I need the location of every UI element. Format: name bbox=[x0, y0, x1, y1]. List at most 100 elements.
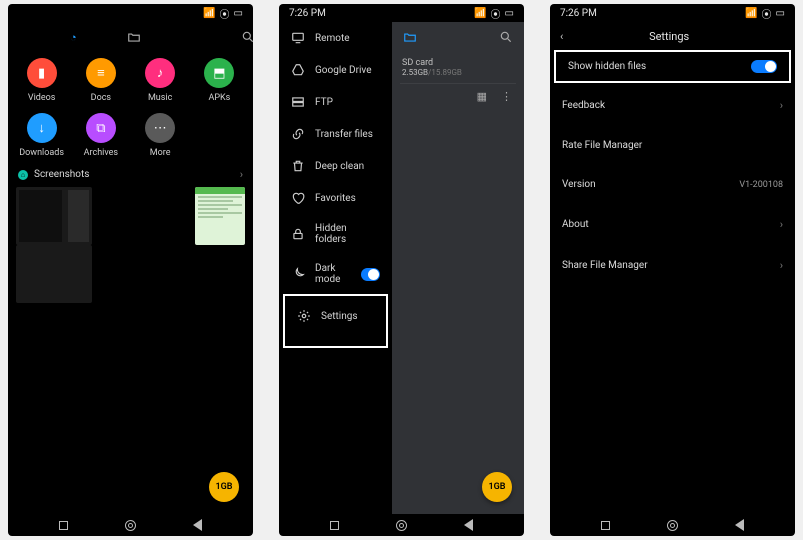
status-time: 7:26 PM bbox=[289, 8, 326, 19]
sd-card-summary[interactable]: SD card 2.53GB/15.89GB bbox=[392, 52, 524, 83]
dark-mode-toggle[interactable] bbox=[361, 268, 380, 281]
signal-icon: 📶 bbox=[745, 8, 757, 19]
nav-home-button[interactable] bbox=[124, 518, 138, 532]
drawer-item-label: FTP bbox=[315, 97, 333, 108]
thumbnail-1[interactable] bbox=[16, 187, 92, 303]
settings-title: Settings bbox=[573, 30, 765, 43]
music-icon: ♪ bbox=[145, 58, 175, 88]
category-more[interactable]: ⋯More bbox=[133, 113, 188, 158]
highlighted-settings-row: Settings bbox=[283, 294, 388, 348]
nav-back-button[interactable] bbox=[191, 518, 205, 532]
recents-tab-icon[interactable]: ◔ bbox=[70, 29, 77, 45]
drawer-item-ftp[interactable]: FTP bbox=[279, 86, 392, 118]
chevron-right-icon: › bbox=[780, 99, 783, 112]
nav-home-button[interactable] bbox=[666, 518, 680, 532]
settings-row-rate-file-manager[interactable]: Rate File Manager bbox=[550, 132, 795, 159]
category-music[interactable]: ♪ Music bbox=[133, 58, 188, 103]
battery-icon: ▭ bbox=[776, 8, 785, 19]
settings-row-label: Feedback bbox=[562, 100, 605, 111]
category-label: Videos bbox=[28, 93, 56, 103]
screen-2-drawer-open: 7:26 PM 📶 ⦿ ▭ RemoteGoogle Drive FTP Trans… bbox=[279, 4, 524, 536]
screenshots-label: Screenshots bbox=[34, 169, 89, 180]
archives-icon: ⧉ bbox=[86, 113, 116, 143]
status-bar: 7:26 PM 📶 ⦿ ▭ bbox=[279, 4, 524, 22]
category-label: APKs bbox=[208, 93, 230, 103]
status-time: 7:26 PM bbox=[560, 8, 597, 19]
search-icon[interactable] bbox=[498, 29, 514, 45]
nav-recents-button[interactable] bbox=[57, 518, 71, 532]
nav-recents-button[interactable] bbox=[328, 518, 342, 532]
apks-icon: ⬒ bbox=[204, 58, 234, 88]
chevron-right-icon: › bbox=[780, 218, 783, 231]
drive-icon bbox=[291, 63, 305, 77]
downloads-icon: ↓ bbox=[27, 113, 57, 143]
category-downloads[interactable]: ↓Downloads bbox=[14, 113, 69, 158]
settings-row-value: V1-200108 bbox=[739, 180, 783, 190]
top-tab-bar: ◔ bbox=[8, 22, 253, 52]
drawer-item-label: Favorites bbox=[315, 193, 356, 204]
dimmed-background[interactable]: SD card 2.53GB/15.89GB ▦ ⋮ 1GB bbox=[392, 22, 524, 514]
signal-icon: 📶 bbox=[203, 8, 215, 19]
screen-1-file-manager-home: 📶 ⦿ ▭ ◔ ▮Videos≡Docs♪Music⬒APKs↓Download… bbox=[8, 4, 253, 536]
sd-used: 2.53GB bbox=[402, 68, 428, 77]
show-hidden-files-label: Show hidden files bbox=[568, 61, 646, 72]
search-icon[interactable] bbox=[241, 29, 253, 45]
drawer-item-hidden-folders[interactable]: Hidden folders bbox=[279, 214, 392, 254]
category-videos[interactable]: ▮ Videos bbox=[14, 58, 69, 103]
storage-tab-icon[interactable] bbox=[402, 29, 418, 45]
more-icon[interactable]: ⋮ bbox=[501, 90, 512, 103]
category-apks[interactable]: ⬒ APKs bbox=[192, 58, 247, 103]
show-hidden-files-row[interactable]: Show hidden files bbox=[556, 52, 789, 81]
more-icon: ⋯ bbox=[145, 113, 175, 143]
settings-header: ‹ Settings bbox=[550, 22, 795, 50]
drawer-item-deep-clean[interactable]: Deep clean bbox=[279, 150, 392, 182]
category-label: Docs bbox=[91, 93, 111, 103]
settings-row-label: About bbox=[562, 219, 589, 230]
screenshots-icon: ⌂ bbox=[18, 170, 28, 180]
battery-icon: ▭ bbox=[505, 8, 514, 19]
settings-row-feedback[interactable]: Feedback › bbox=[550, 91, 795, 120]
show-hidden-files-toggle[interactable] bbox=[751, 60, 777, 73]
category-label: Music bbox=[148, 93, 172, 103]
heart-icon bbox=[291, 191, 305, 205]
category-label: Archives bbox=[84, 148, 118, 158]
ftp-icon bbox=[291, 95, 305, 109]
chevron-right-icon: › bbox=[240, 168, 243, 181]
grid-view-icon[interactable]: ▦ bbox=[477, 90, 487, 103]
back-icon[interactable]: ‹ bbox=[560, 30, 563, 43]
gear-icon bbox=[297, 309, 311, 323]
chevron-right-icon: › bbox=[780, 259, 783, 272]
category-archives[interactable]: ⧉ Archives bbox=[73, 113, 128, 158]
drawer-item-settings[interactable]: Settings bbox=[285, 300, 386, 332]
settings-row-version[interactable]: Version V1-200108 bbox=[550, 171, 795, 198]
nav-back-button[interactable] bbox=[733, 518, 747, 532]
settings-row-label: Version bbox=[562, 179, 596, 190]
docs-icon: ≡ bbox=[86, 58, 116, 88]
videos-icon: ▮ bbox=[27, 58, 57, 88]
cleanup-fab[interactable]: 1GB bbox=[482, 472, 512, 502]
nav-recents-button[interactable] bbox=[599, 518, 613, 532]
settings-row-share-file-manager[interactable]: Share File Manager› bbox=[550, 251, 795, 280]
fab-label: 1GB bbox=[489, 482, 506, 492]
settings-row-about[interactable]: About › bbox=[550, 210, 795, 239]
drawer-item-dark-mode[interactable]: Dark mode bbox=[279, 254, 392, 294]
link-icon bbox=[291, 127, 305, 141]
android-nav-bar bbox=[8, 514, 253, 536]
nav-home-button[interactable] bbox=[395, 518, 409, 532]
drawer-item-label: Transfer files bbox=[315, 129, 373, 140]
drawer-item-remote[interactable]: Remote bbox=[279, 22, 392, 54]
drawer-item-google-drive[interactable]: Google Drive bbox=[279, 54, 392, 86]
cleanup-fab[interactable]: 1GB bbox=[209, 472, 239, 502]
storage-tab-icon[interactable] bbox=[127, 29, 141, 45]
wifi-icon: ⦿ bbox=[491, 6, 501, 21]
drawer-item-transfer-files[interactable]: Transfer files bbox=[279, 118, 392, 150]
category-grid: ▮ Videos ≡ Docs ♪ Music ⬒ APKs ↓Downloads ⧉ Archiv… bbox=[8, 52, 253, 158]
side-drawer: RemoteGoogle Drive FTP Transfer files Deep … bbox=[279, 22, 392, 514]
category-docs[interactable]: ≡ Docs bbox=[73, 58, 128, 103]
thumbnail-2[interactable] bbox=[195, 187, 245, 245]
nav-back-button[interactable] bbox=[462, 518, 476, 532]
drawer-item-favorites[interactable]: Favorites bbox=[279, 182, 392, 214]
screenshots-section-header[interactable]: ⌂ Screenshots › bbox=[8, 158, 253, 187]
android-nav-bar bbox=[279, 514, 524, 536]
moon-icon bbox=[291, 267, 305, 281]
